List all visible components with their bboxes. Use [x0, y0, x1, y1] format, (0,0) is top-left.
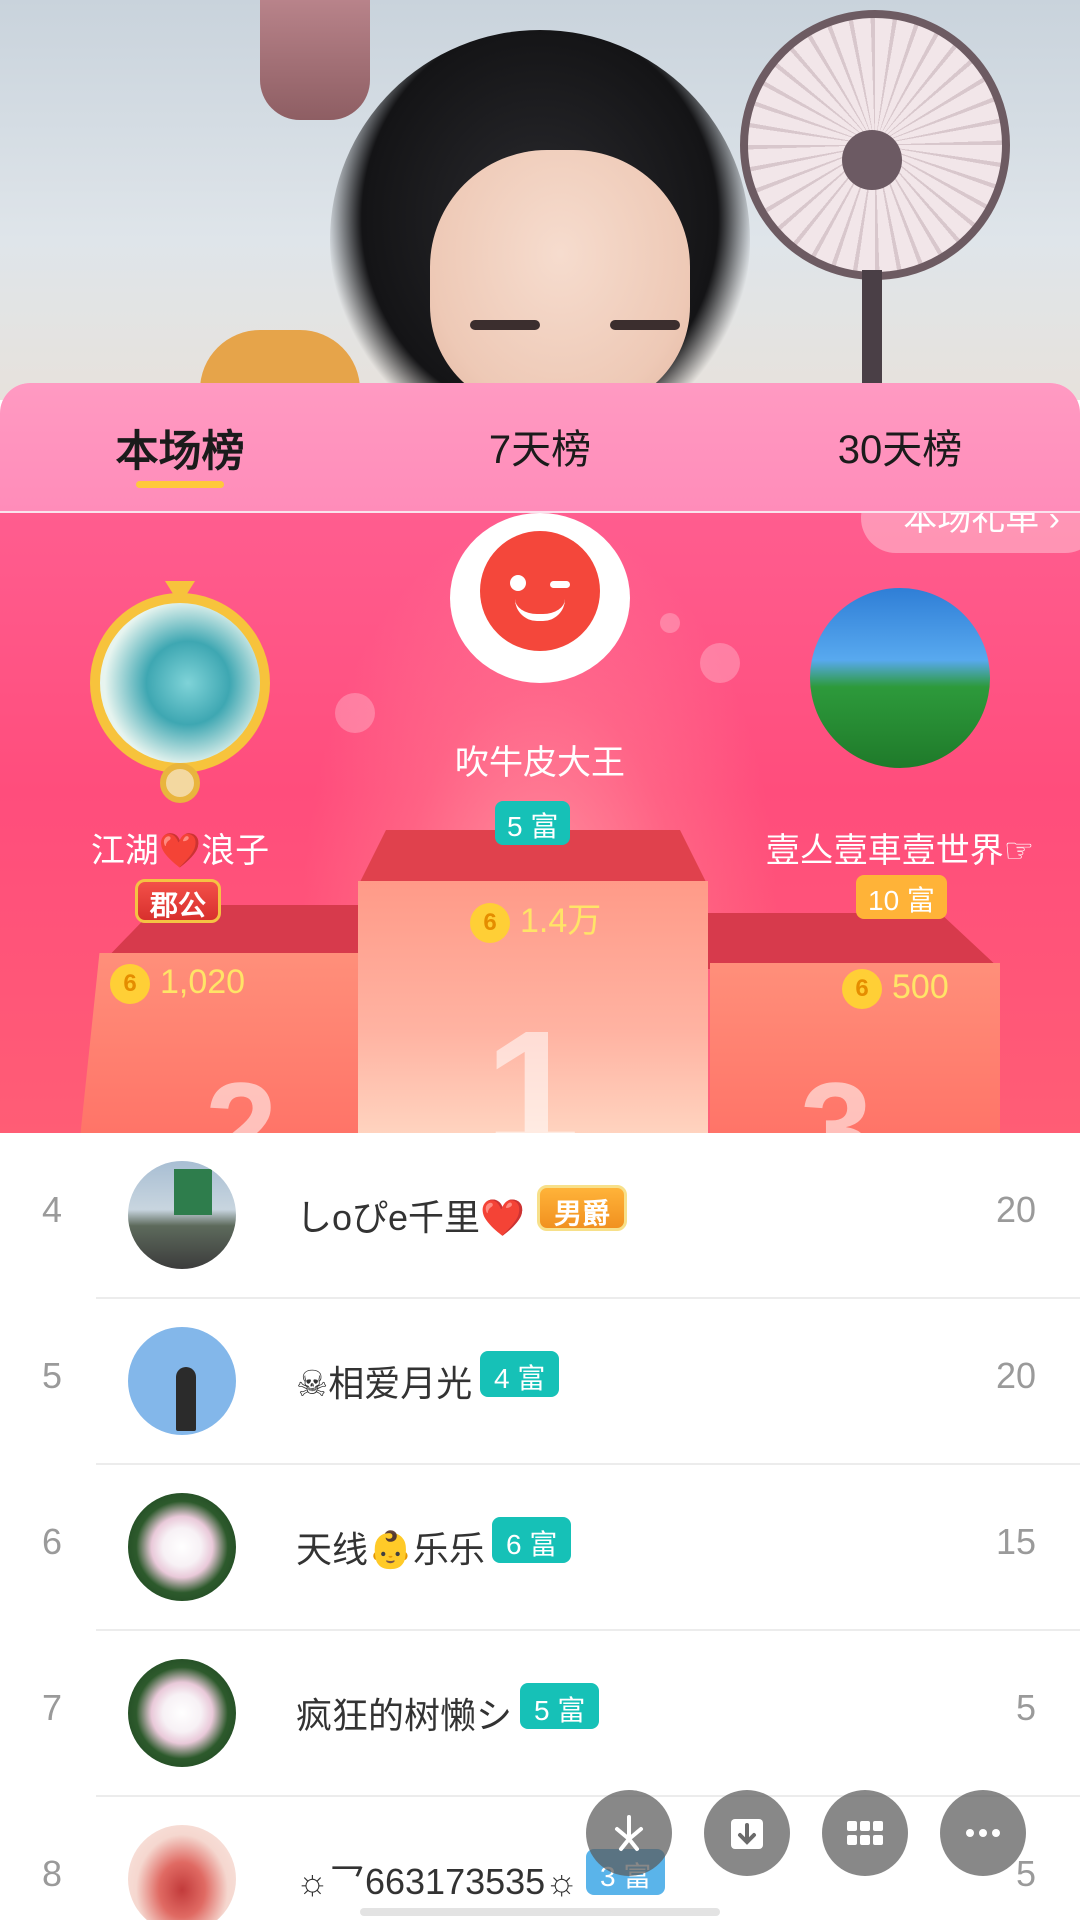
tab-30-days[interactable]: 30天榜: [800, 417, 1000, 477]
list-item[interactable]: 5 ☠相爱月光 4 富 20: [0, 1299, 1080, 1465]
home-indicator[interactable]: [360, 1908, 720, 1916]
first-place-rich-badge: 5 富: [495, 801, 571, 845]
third-place-rich-badge: 10 富: [856, 875, 947, 919]
vase: [260, 0, 370, 120]
list-item[interactable]: 7 疯狂的树懒シ 5 富 5: [0, 1631, 1080, 1797]
third-place-amount: 6 500: [842, 968, 949, 1010]
more-button[interactable]: [940, 1790, 1026, 1876]
list-item[interactable]: 8 ☼乛663173535☼ 3 富 5: [0, 1797, 1080, 1920]
rich-badge: 5 富: [520, 1683, 600, 1729]
gift-list-link[interactable]: 本场礼单 ›: [861, 513, 1080, 553]
score: 20: [995, 1189, 1036, 1230]
score: 20: [995, 1355, 1036, 1396]
coin-icon: 6: [470, 903, 510, 944]
rank-3-digit: 3: [800, 1055, 873, 1133]
coin-icon: 6: [842, 969, 882, 1010]
grid-icon: [847, 1821, 883, 1845]
more-icon: [966, 1829, 1000, 1837]
download-icon: [731, 1819, 763, 1849]
rank-1-digit: 1: [485, 996, 580, 1133]
podium: 本场礼单 › 1 2 3 吹牛皮大王 5 富 6 1.4万 江湖❤️浪子 郡公 6…: [0, 513, 1080, 1133]
score: 5: [1015, 1687, 1036, 1728]
wink-logo-icon: [480, 531, 600, 651]
second-place-name[interactable]: 江湖❤️浪子: [60, 823, 300, 872]
user-name: ☠相爱月光: [296, 1363, 473, 1404]
user-name: 天线👶乐乐: [296, 1529, 485, 1570]
user-name: 疯狂的树懒シ: [296, 1695, 513, 1736]
second-place-title-badge: 郡公: [135, 879, 222, 923]
score: 15: [995, 1521, 1036, 1562]
second-place-avatar[interactable]: [90, 593, 270, 773]
rich-badge: 4 富: [480, 1351, 560, 1397]
leaderboard-panel: 本场榜 7天榜 30天榜 本场礼单 › 1 2 3 吹牛皮大王 5 富 6 1.4…: [0, 383, 1080, 1920]
user-name: ☼乛663173535☼: [296, 1861, 579, 1902]
second-place-amount: 6 1,020: [110, 963, 245, 1005]
first-place-amount: 6 1.4万: [470, 893, 601, 944]
streamer-face: [430, 150, 690, 400]
ranking-list[interactable]: 4 しoぴe千里❤️ 男爵 20 5 ☠相爱月光 4 富 20 6 天线👶乐乐 …: [0, 1133, 1080, 1920]
avatar-frame-ornament: [160, 763, 200, 803]
download-button[interactable]: [704, 1790, 790, 1876]
user-name: しoぴe千里❤️: [296, 1197, 525, 1238]
apps-button[interactable]: [822, 1790, 908, 1876]
tab-7-days[interactable]: 7天榜: [450, 417, 630, 477]
avatar[interactable]: [128, 1493, 236, 1601]
third-place-name[interactable]: 壹亼壹車壹世界☞: [750, 823, 1050, 872]
rank-2-digit: 2: [205, 1055, 278, 1133]
title-badge: 男爵: [537, 1185, 628, 1231]
active-tab-indicator: [136, 481, 224, 488]
avatar[interactable]: [128, 1327, 236, 1435]
coin-icon: 6: [110, 964, 150, 1005]
avatar[interactable]: [128, 1659, 236, 1767]
tab-bar: 本场榜 7天榜 30天榜: [0, 383, 1080, 513]
first-place-avatar[interactable]: [450, 513, 630, 683]
share-button[interactable]: [586, 1790, 672, 1876]
avatar[interactable]: [128, 1161, 236, 1269]
list-item[interactable]: 6 天线👶乐乐 6 富 15: [0, 1465, 1080, 1631]
list-item[interactable]: 4 しoぴe千里❤️ 男爵 20: [0, 1133, 1080, 1299]
first-place-name[interactable]: 吹牛皮大王: [440, 735, 640, 784]
share-icon: [615, 1815, 643, 1851]
tab-this-session[interactable]: 本场榜: [100, 417, 260, 477]
third-place-avatar[interactable]: [810, 588, 990, 768]
rich-badge: 6 富: [492, 1517, 572, 1563]
live-video-background: [0, 0, 1080, 400]
avatar[interactable]: [128, 1825, 236, 1920]
score: 5: [1015, 1853, 1036, 1894]
